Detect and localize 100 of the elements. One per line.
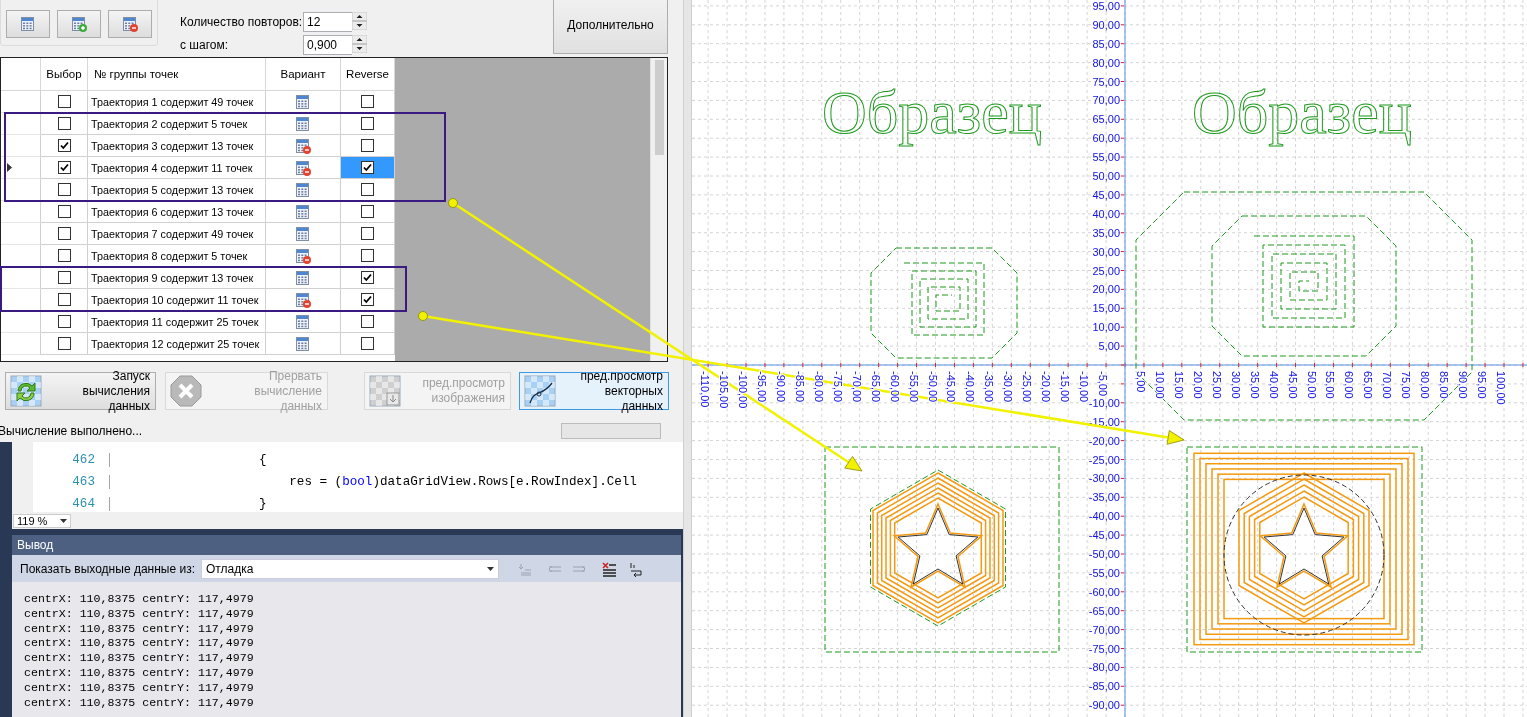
checkbox[interactable]	[361, 95, 374, 108]
checkbox[interactable]	[361, 183, 374, 196]
column-header[interactable]: Reverse	[341, 58, 395, 91]
current-row-icon	[7, 163, 12, 172]
table-cell: Траектория 2 содержит 5 точек	[88, 113, 266, 135]
checkbox[interactable]	[361, 271, 374, 284]
y-axis-label: 15,00	[1092, 302, 1120, 315]
checkbox[interactable]	[361, 139, 374, 152]
checkbox[interactable]	[57, 271, 71, 284]
row-header[interactable]	[1, 311, 41, 333]
checkbox[interactable]	[57, 249, 71, 262]
row-header[interactable]	[1, 91, 41, 113]
checkbox[interactable]	[57, 293, 71, 306]
table-icon	[295, 181, 311, 198]
y-axis-label: -55,00	[1088, 566, 1120, 579]
checkbox[interactable]	[57, 227, 71, 240]
table-cell: Траектория 8 содержит 5 точек	[88, 245, 266, 267]
line-number: 463	[71, 475, 95, 489]
y-axis-label: -45,00	[1088, 529, 1120, 542]
checkbox[interactable]	[361, 227, 374, 240]
number-field[interactable]: 12	[303, 12, 352, 32]
table-button[interactable]	[108, 10, 152, 38]
checkbox[interactable]	[361, 337, 374, 350]
number-field[interactable]: 0,900	[303, 35, 352, 55]
y-axis-label: -80,00	[1088, 661, 1120, 674]
table-button[interactable]	[57, 10, 101, 38]
x-axis-label: -50,00	[926, 371, 939, 403]
x-axis-label: 75,00	[1400, 371, 1413, 399]
x-axis-label: -75,00	[831, 371, 844, 403]
zoom-dropdown[interactable]: 119 %	[13, 513, 71, 528]
column-header[interactable]: № группы точек	[88, 58, 266, 91]
x-axis-label: 45,00	[1286, 371, 1299, 399]
checkbox[interactable]	[361, 117, 374, 130]
x-axis-label: 80,00	[1419, 371, 1432, 399]
y-axis-label: 70,00	[1092, 94, 1120, 107]
x-axis-label: -40,00	[964, 371, 977, 403]
x-axis-label: -90,00	[774, 371, 787, 403]
table-cell: Траектория 6 содержит 13 точек	[88, 201, 266, 223]
x-axis-label: -30,00	[1002, 371, 1015, 403]
table-button[interactable]	[6, 10, 50, 38]
row-header[interactable]	[1, 201, 41, 223]
checkbox[interactable]	[361, 315, 374, 328]
y-axis-label: -70,00	[1088, 623, 1120, 636]
x-axis-label: -100,00	[737, 371, 749, 409]
checkbox[interactable]	[57, 183, 71, 196]
spin-arrows-icon[interactable]	[352, 35, 367, 53]
y-axis-label: -65,00	[1088, 604, 1120, 617]
x-axis-label: 40,00	[1267, 371, 1280, 399]
table-cell: Траектория 5 содержит 13 точек	[88, 179, 266, 201]
table-icon	[295, 225, 311, 242]
word-wrap-icon[interactable]	[629, 560, 645, 577]
checkbox[interactable]	[57, 139, 71, 152]
x-axis-label: -65,00	[869, 371, 882, 403]
log-line: centrX: 110,8375 centrY: 117,4979	[24, 636, 255, 652]
checkbox[interactable]	[57, 337, 71, 350]
y-axis-label: -50,00	[1088, 548, 1120, 560]
x-axis-label: 55,00	[1324, 371, 1337, 399]
panel-title: Вывод	[12, 535, 681, 555]
x-axis-label: -15,00	[1059, 371, 1072, 403]
y-axis-label: 90,00	[1092, 18, 1120, 31]
row-header[interactable]	[1, 135, 41, 157]
spin-arrows-icon[interactable]	[352, 12, 367, 30]
x-axis-label: -110,00	[699, 371, 712, 408]
checkbox[interactable]	[57, 205, 71, 218]
y-axis-label: 20,00	[1092, 283, 1120, 296]
checkbox[interactable]	[361, 249, 374, 262]
x-axis-label: -80,00	[812, 371, 825, 403]
checkbox[interactable]	[361, 161, 374, 174]
checkbox[interactable]	[361, 293, 374, 306]
table-cell: Траектория 10 содержит 11 точек	[88, 289, 266, 311]
sample-label: Образец	[1192, 78, 1413, 146]
more-button[interactable]: Дополнительно	[553, 0, 668, 54]
table-cell: Траектория 11 содержит 25 точек	[88, 311, 266, 333]
checkbox[interactable]	[57, 95, 71, 108]
checkbox[interactable]	[57, 161, 71, 174]
column-header[interactable]: Вариант	[266, 58, 341, 91]
code-editor[interactable]: 462 { 463 res = (bool)dataGridView.Rows[e.RowIndex].Cell 464 }	[12, 442, 683, 512]
source-dropdown[interactable]: Отладка	[201, 558, 499, 579]
checkbox[interactable]	[57, 117, 71, 130]
table-cell: Траектория 4 содержит 11 точек	[88, 157, 266, 179]
row-header[interactable]	[1, 179, 41, 201]
corner-header	[1, 58, 41, 91]
x-axis-label: -5,00	[1097, 371, 1110, 397]
table-icon	[295, 203, 311, 220]
x-axis-label: -10,00	[1078, 371, 1091, 403]
checkbox[interactable]	[57, 315, 71, 328]
y-axis-label: -75,00	[1088, 642, 1120, 655]
column-header[interactable]: Выбор	[41, 58, 88, 91]
scrollbar[interactable]	[650, 58, 667, 361]
x-axis-label: -45,00	[945, 371, 958, 403]
sample-label: Образец	[822, 78, 1043, 146]
checkbox[interactable]	[361, 205, 374, 218]
log-line: centrX: 110,8375 centrY: 117,4979	[24, 651, 255, 666]
clear-all-icon[interactable]	[601, 560, 617, 577]
y-axis-label: 50,00	[1092, 170, 1120, 182]
y-axis-label: 65,00	[1092, 113, 1120, 126]
x-axis-label: 60,00	[1343, 371, 1356, 399]
table-icon	[295, 93, 311, 110]
row-header[interactable]	[1, 157, 41, 179]
x-axis-label: 15,00	[1172, 371, 1185, 399]
